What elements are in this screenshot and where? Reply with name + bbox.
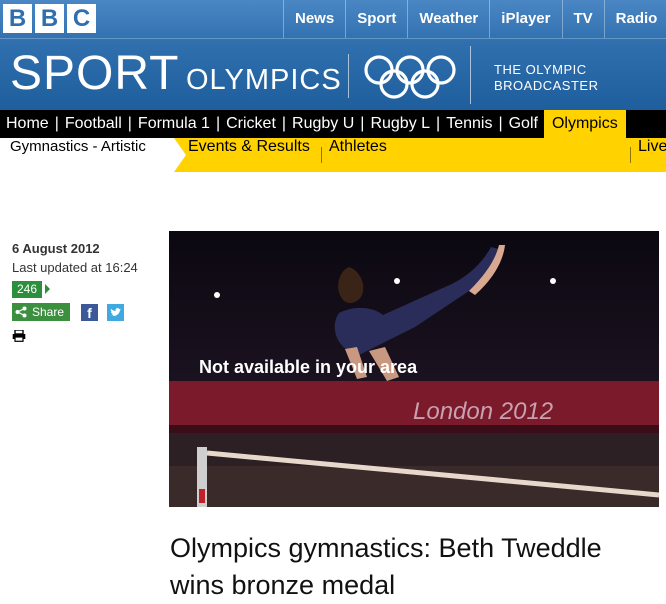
subnav-live[interactable]: Live: [638, 138, 666, 156]
masthead-divider: [348, 54, 349, 98]
olympics-wordmark[interactable]: OLYMPICS: [186, 62, 342, 98]
tagline-line-1: THE OLYMPIC: [494, 62, 587, 77]
share-count-pointer: [45, 284, 50, 294]
sports-nav-tennis[interactable]: Tennis: [440, 110, 498, 138]
story-headline: Olympics gymnastics: Beth Tweddle wins b…: [170, 533, 602, 600]
video-player[interactable]: London 2012 Not available in your area: [169, 231, 659, 507]
subnav-divider: [321, 147, 322, 163]
story-last-updated: Last updated at 16:24: [12, 260, 138, 275]
subnav-events-results[interactable]: Events & Results: [188, 138, 310, 156]
sports-nav-rugby-union[interactable]: Rugby U: [286, 110, 360, 138]
sport-wordmark[interactable]: SPORT: [10, 48, 179, 100]
subnav-current-label: Gymnastics - Artistic: [10, 138, 146, 155]
story-date: 6 August 2012: [12, 241, 100, 256]
sports-nav-home[interactable]: Home: [0, 110, 55, 138]
share-icon: [15, 306, 27, 318]
subnav-athletes[interactable]: Athletes: [329, 138, 387, 156]
sports-nav-football[interactable]: Football: [59, 110, 128, 138]
media-unavailable-message: Not available in your area: [199, 357, 418, 377]
sports-nav-formula1[interactable]: Formula 1: [132, 110, 216, 138]
subnav-current-section[interactable]: Gymnastics - Artistic: [0, 138, 174, 172]
global-nav-tv[interactable]: TV: [561, 0, 604, 38]
sports-nav-cricket[interactable]: Cricket: [220, 110, 282, 138]
sports-nav: Home | Football | Formula 1 | Cricket | Rugb…: [0, 110, 666, 138]
masthead-divider: [470, 46, 471, 104]
bbc-logo-letter: B: [35, 4, 64, 33]
olympic-broadcaster-tagline: THE OLYMPIC BROADCASTER: [494, 62, 598, 94]
global-nav-radio[interactable]: Radio: [603, 0, 666, 38]
facebook-icon[interactable]: f: [81, 304, 98, 321]
print-icon[interactable]: [12, 330, 26, 342]
bbc-logo[interactable]: B B C: [3, 4, 96, 33]
global-nav: News Sport Weather iPlayer TV Radio: [283, 0, 666, 38]
subnav-arrow: [174, 138, 186, 172]
olympic-rings-icon: [364, 55, 456, 99]
media-banner-text: London 2012: [413, 398, 553, 425]
sports-nav-olympics[interactable]: Olympics: [543, 110, 626, 138]
global-nav-iplayer[interactable]: iPlayer: [489, 0, 561, 38]
header-divider: [0, 38, 666, 39]
section-subnav: Gymnastics - Artistic Events & Results A…: [0, 138, 666, 172]
global-nav-weather[interactable]: Weather: [407, 0, 489, 38]
subnav-divider: [630, 147, 631, 163]
share-button-label: Share: [32, 305, 65, 319]
tagline-line-2: BROADCASTER: [494, 78, 599, 93]
twitter-icon[interactable]: [107, 304, 124, 321]
sports-nav-rugby-league[interactable]: Rugby L: [364, 110, 436, 138]
share-count-badge: 246: [12, 281, 43, 298]
bbc-logo-letter: B: [3, 4, 32, 33]
sports-nav-golf[interactable]: Golf: [503, 110, 544, 138]
share-button[interactable]: Share: [12, 303, 70, 321]
global-nav-news[interactable]: News: [283, 0, 345, 38]
site-header: B B C News Sport Weather iPlayer TV Radi…: [0, 0, 666, 110]
bbc-logo-letter: C: [67, 4, 96, 33]
global-nav-sport[interactable]: Sport: [345, 0, 407, 38]
